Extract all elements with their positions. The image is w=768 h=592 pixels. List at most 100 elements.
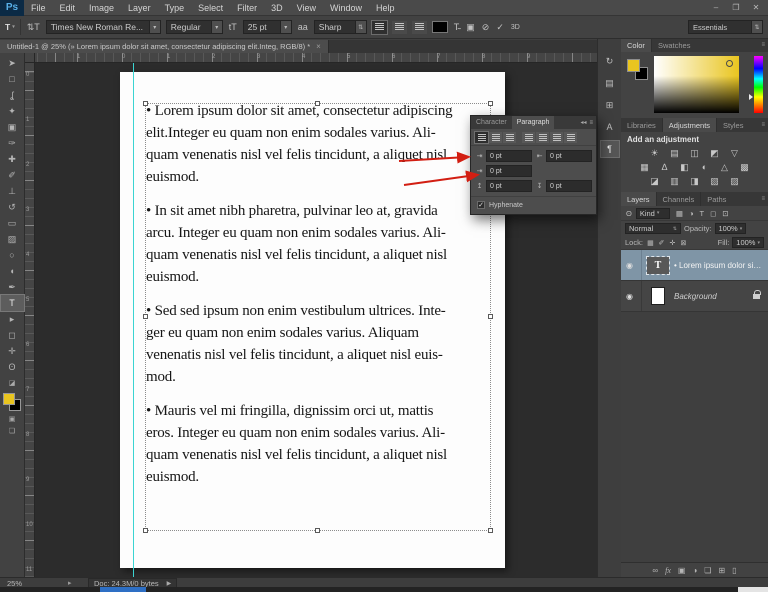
- 3d-icon[interactable]: 3D: [510, 24, 521, 31]
- close-button[interactable]: ✕: [746, 2, 766, 14]
- tool-preset-picker[interactable]: T ▾: [5, 22, 15, 32]
- path-selection-tool[interactable]: ▸: [1, 311, 24, 327]
- menu-filter[interactable]: Filter: [230, 3, 264, 13]
- chevron-updown-icon[interactable]: ⇅: [355, 20, 367, 34]
- tab-character[interactable]: Character: [471, 116, 512, 129]
- tab-channels[interactable]: Channels: [657, 192, 702, 206]
- foreground-color-swatch[interactable]: [627, 59, 640, 72]
- default-colors-icon[interactable]: ◪: [9, 379, 16, 387]
- collapse-panel-icon[interactable]: ◂◂: [580, 119, 586, 126]
- align-text-center-button[interactable]: [391, 20, 407, 34]
- menu-3d[interactable]: 3D: [264, 3, 290, 13]
- menu-view[interactable]: View: [290, 3, 323, 13]
- cancel-edits-icon[interactable]: ⊘: [481, 22, 491, 33]
- new-group-icon[interactable]: ❏: [704, 566, 711, 575]
- align-left-button[interactable]: [474, 131, 489, 144]
- link-layers-icon[interactable]: ∞: [652, 566, 658, 575]
- dodge-tool[interactable]: ◖: [1, 263, 24, 279]
- exposure-icon[interactable]: ◩: [708, 147, 722, 159]
- quick-mask-icon[interactable]: ▣: [9, 415, 16, 423]
- layer-name[interactable]: • Lorem ipsum dolor sit am...: [674, 261, 763, 270]
- space-after-paragraph-input[interactable]: 0 pt: [546, 180, 592, 192]
- transform-handle[interactable]: [143, 314, 148, 319]
- transform-handle[interactable]: [488, 314, 493, 319]
- justify-last-left-button[interactable]: [522, 132, 535, 143]
- curves-icon[interactable]: ◫: [688, 147, 702, 159]
- history-brush-tool[interactable]: ↺: [1, 199, 24, 215]
- justify-last-right-button[interactable]: [550, 132, 563, 143]
- lock-pixels-icon[interactable]: ✐: [657, 239, 666, 247]
- status-flyout-icon[interactable]: ▸: [68, 579, 72, 587]
- text-orientation-icon[interactable]: ⇅T: [26, 22, 41, 33]
- gradient-tool[interactable]: ▨: [1, 231, 24, 247]
- font-size-select[interactable]: 25 pt ▾: [242, 20, 292, 34]
- rectangle-tool[interactable]: ◻: [1, 327, 24, 343]
- transform-handle[interactable]: [315, 528, 320, 533]
- menu-select[interactable]: Select: [191, 3, 230, 13]
- menu-file[interactable]: File: [24, 3, 53, 13]
- zoom-tool[interactable]: ʘ: [1, 359, 24, 375]
- close-tab-icon[interactable]: ×: [316, 42, 321, 51]
- anti-alias-select[interactable]: Sharp ⇅: [313, 20, 367, 34]
- crop-tool[interactable]: ▣: [1, 119, 24, 135]
- background-layer-thumbnail[interactable]: [651, 287, 665, 305]
- type-tool[interactable]: T: [0, 294, 25, 312]
- blur-tool[interactable]: ○: [1, 247, 24, 263]
- hand-tool[interactable]: ✛: [1, 343, 24, 359]
- align-text-left-button[interactable]: [370, 19, 388, 35]
- align-right-button[interactable]: [503, 132, 516, 143]
- brightness-contrast-icon[interactable]: ☀: [648, 147, 662, 159]
- add-layer-mask-icon[interactable]: ▣: [678, 566, 686, 575]
- shape-layer-filter-icon[interactable]: ◻: [709, 209, 717, 218]
- history-panel-icon[interactable]: ↻: [601, 53, 619, 69]
- chevron-down-icon[interactable]: ▾: [149, 20, 161, 34]
- tab-styles[interactable]: Styles: [717, 118, 749, 132]
- posterize-icon[interactable]: ▥: [668, 175, 682, 187]
- tab-color[interactable]: Color: [621, 38, 652, 52]
- panel-menu-icon[interactable]: ≡: [761, 38, 768, 52]
- toggle-panels-icon[interactable]: ▣: [465, 22, 476, 33]
- indent-left-margin-input[interactable]: 0 pt: [486, 150, 532, 162]
- menu-help[interactable]: Help: [369, 3, 402, 13]
- layer-filter-select[interactable]: Kind ▾: [635, 207, 670, 219]
- hue-slider[interactable]: [749, 56, 763, 113]
- color-lookup-icon[interactable]: ▩: [738, 161, 752, 173]
- document-page[interactable]: • Lorem ipsum dolor sit amet, consectetu…: [120, 72, 505, 568]
- pixel-layer-filter-icon[interactable]: ▦: [675, 209, 684, 218]
- layer-row-background[interactable]: ◉ Background: [621, 281, 768, 312]
- tab-layers[interactable]: Layers: [621, 192, 657, 206]
- minimize-button[interactable]: –: [706, 2, 726, 14]
- transform-handle[interactable]: [143, 528, 148, 533]
- levels-icon[interactable]: ▤: [668, 147, 682, 159]
- delete-layer-icon[interactable]: ▯: [732, 566, 736, 575]
- align-center-button[interactable]: [489, 132, 502, 143]
- menu-layer[interactable]: Layer: [121, 3, 158, 13]
- layer-row-text[interactable]: ◉ T • Lorem ipsum dolor sit am...: [621, 250, 768, 281]
- tab-adjustments[interactable]: Adjustments: [662, 118, 718, 132]
- fill-input[interactable]: 100% ▾: [732, 237, 764, 248]
- spot-healing-brush-tool[interactable]: ✚: [1, 151, 24, 167]
- pen-tool[interactable]: ✒: [1, 279, 24, 295]
- panel-menu-icon[interactable]: ≡: [761, 192, 768, 206]
- panel-menu-icon[interactable]: ≡: [589, 120, 593, 126]
- clone-source-panel-icon[interactable]: ⊞: [601, 97, 619, 113]
- color-picker-ring[interactable]: [726, 60, 733, 67]
- chevron-down-icon[interactable]: ▾: [211, 20, 223, 34]
- selective-color-icon[interactable]: ▨: [728, 175, 742, 187]
- layer-style-icon[interactable]: fx: [665, 566, 671, 575]
- hue-saturation-icon[interactable]: ▦: [638, 161, 652, 173]
- font-style-select[interactable]: Regular ▾: [165, 20, 223, 34]
- photo-filter-icon[interactable]: ◐: [698, 161, 712, 173]
- hyphenate-checkbox[interactable]: ✓: [477, 201, 485, 209]
- status-expand-icon[interactable]: ▶: [167, 580, 172, 587]
- transform-handle[interactable]: [143, 101, 148, 106]
- new-layer-icon[interactable]: ⊞: [718, 566, 725, 575]
- menu-window[interactable]: Window: [323, 3, 369, 13]
- transform-handle[interactable]: [315, 101, 320, 106]
- indent-right-margin-input[interactable]: 0 pt: [546, 150, 592, 162]
- rectangular-marquee-tool[interactable]: □: [1, 71, 24, 87]
- move-tool[interactable]: ➤: [1, 55, 24, 71]
- visibility-eye-icon[interactable]: ◉: [626, 261, 636, 270]
- threshold-icon[interactable]: ◨: [688, 175, 702, 187]
- hue-slider-marker[interactable]: [749, 94, 753, 100]
